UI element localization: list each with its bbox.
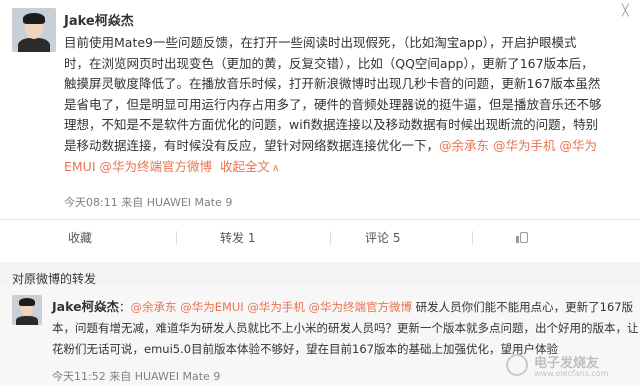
post-username[interactable]: Jake柯焱杰: [64, 10, 134, 29]
divider: [176, 231, 177, 245]
divider: [0, 219, 640, 220]
repost-meta: 今天11:52 来自 HUAWEI Mate 9: [52, 370, 221, 383]
avatar-shirt: [16, 316, 38, 325]
divider: [472, 231, 473, 245]
repost-text: 研发人员你们能不能用点心，更新了167版: [412, 300, 634, 314]
repost-body: Jake柯焱杰：@余承东 @华为EMUI @华为手机 @华为终端官方微博 研发人…: [52, 296, 639, 360]
watermark-logo-icon: [506, 354, 528, 376]
mention-links[interactable]: @余承东 @华为EMUI @华为手机 @华为终端官方微博: [131, 300, 412, 314]
watermark-url: www.elecfans.com: [534, 369, 609, 378]
mention-links[interactable]: @余承东 @华为手机 @华为: [439, 138, 597, 153]
post-body: 目前使用Mate9一些问题反馈，在打开一些阅读时出现假死，（比如淘宝app），开…: [64, 33, 634, 179]
weibo-post-card: Jake柯焱杰 ╳ 目前使用Mate9一些问题反馈，在打开一些阅读时出现假死，（…: [0, 0, 640, 262]
user-avatar[interactable]: [12, 295, 42, 325]
post-line-6: 是移动数据连接，有时候没有反应，望针对网络数据连接优化一下，@余承东 @华为手机…: [64, 136, 634, 157]
avatar-hair: [19, 298, 35, 306]
close-icon[interactable]: ╳: [622, 4, 629, 17]
repost-line-1: Jake柯焱杰：@余承东 @华为EMUI @华为手机 @华为终端官方微博 研发人…: [52, 296, 636, 318]
avatar-shirt: [18, 38, 50, 52]
post-line: 目前使用Mate9一些问题反馈，在打开一些阅读时出现假死，（比如淘宝app），开…: [64, 35, 577, 50]
post-meta: 今天08:11 来自 HUAWEI Mate 9: [64, 196, 233, 209]
avatar-hair: [23, 13, 45, 24]
repost-line: 本，问题有增无减，难道华为研发人员就比不上小米的研发人员吗？更新一个版本就多点问…: [52, 321, 639, 335]
action-bar: 收藏 转发 1 评论 5: [0, 226, 640, 250]
mention-links[interactable]: EMUI @华为终端官方微博: [64, 159, 212, 174]
post-line-7: EMUI @华为终端官方微博 收起全文 ∧: [64, 157, 634, 180]
collapse-label: 收起全文: [219, 158, 270, 174]
site-watermark: 电子发烧友 www.elecfans.com: [506, 352, 634, 382]
chevron-up-icon: ∧: [272, 162, 280, 174]
post-line: 是移动数据连接，有时候没有反应，望针对网络数据连接优化一下，: [64, 137, 440, 153]
repost-button[interactable]: 转发 1: [220, 226, 255, 250]
post-line: 触摸屏灵敏度降低了。在播放音乐时候，打开新浪微博时出现几秒卡音的问题，更新167…: [64, 76, 601, 92]
user-avatar[interactable]: [12, 8, 56, 52]
post-line: 理想，不知是不是软件方面优化的问题，wifi数据连接以及移动数据有时候出现断流的…: [64, 117, 599, 133]
colon-text: ：: [119, 300, 131, 314]
favorite-button[interactable]: 收藏: [68, 226, 92, 250]
like-thumb-icon[interactable]: [515, 230, 529, 244]
post-line: 是省电了，但是明显可用运行内存占用多了，硬件的音频处理器说的挺牛逼，但是播放音乐…: [64, 96, 602, 112]
comment-button[interactable]: 评论 5: [365, 226, 400, 250]
repost-username[interactable]: Jake柯焱杰: [52, 299, 119, 314]
post-line: 时，在浏览网页时出现变色（更加的黄，反复交错），比如（QQ空间app），更新了1…: [64, 55, 594, 71]
collapse-text-link[interactable]: 收起全文 ∧: [220, 159, 279, 174]
divider: [330, 231, 331, 245]
